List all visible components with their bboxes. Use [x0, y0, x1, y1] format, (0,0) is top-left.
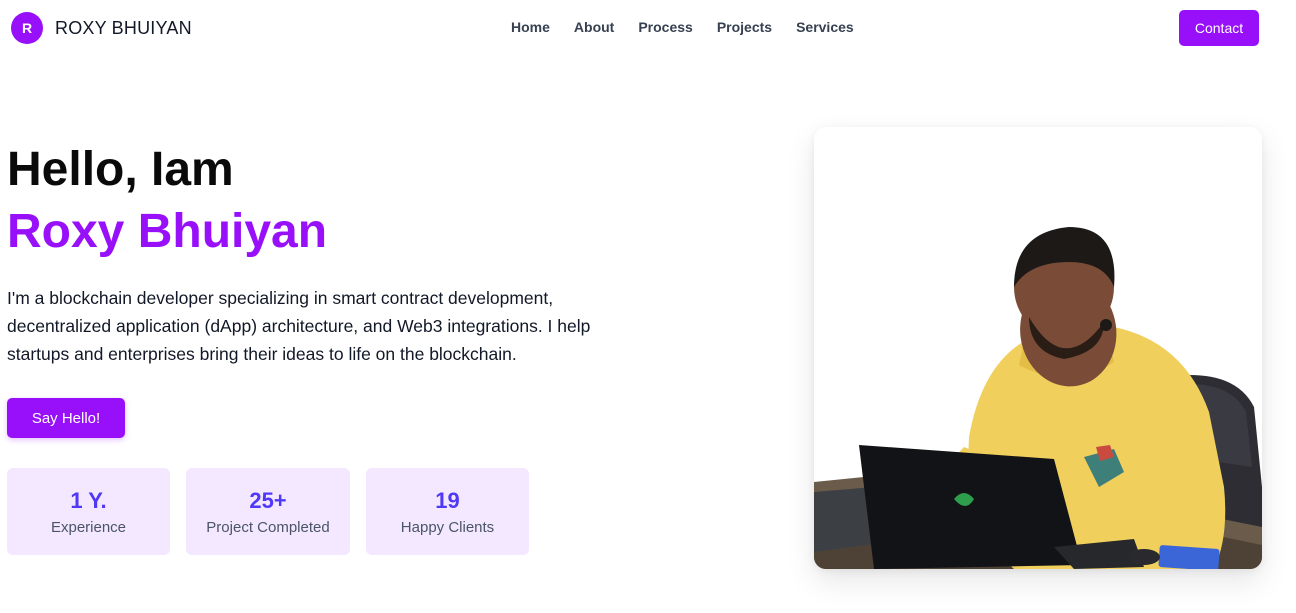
stat-label: Happy Clients: [400, 519, 495, 536]
contact-button[interactable]: Contact: [1179, 10, 1259, 46]
nav-link-projects[interactable]: Projects: [717, 19, 772, 35]
stat-card-experience: 1 Y. Experience: [7, 468, 170, 555]
stat-card-clients: 19 Happy Clients: [366, 468, 529, 555]
hero-section: Hello, Iam Roxy Bhuiyan I'm a blockchain…: [7, 140, 647, 438]
brand-name: ROXY BHUIYAN: [55, 17, 192, 38]
stat-card-projects: 25+ Project Completed: [186, 468, 350, 555]
stat-value: 1 Y.: [70, 488, 107, 513]
nav-link-home[interactable]: Home: [511, 19, 550, 35]
say-hello-button[interactable]: Say Hello!: [7, 398, 125, 438]
stat-value: 25+: [249, 488, 287, 513]
nav-link-about[interactable]: About: [574, 19, 614, 35]
hero-greeting: Hello, Iam: [7, 143, 234, 196]
stats-row: 1 Y. Experience 25+ Project Completed 19…: [7, 468, 529, 555]
brand-badge: R: [11, 12, 43, 44]
navbar: R ROXY BHUIYAN Home About Process Projec…: [0, 0, 1296, 56]
hero-bio: I'm a blockchain developer specializing …: [7, 288, 591, 364]
profile-photo: [814, 127, 1262, 569]
stat-value: 19: [435, 488, 460, 513]
stat-label: Experience: [50, 519, 127, 536]
stat-label: Project Completed: [206, 519, 330, 536]
brand-logo[interactable]: R ROXY BHUIYAN: [11, 12, 192, 44]
nav-link-services[interactable]: Services: [796, 19, 854, 35]
nav-links: Home About Process Projects Services: [511, 19, 854, 35]
nav-link-process[interactable]: Process: [638, 19, 692, 35]
hero-name: Roxy Bhuiyan: [7, 205, 328, 258]
